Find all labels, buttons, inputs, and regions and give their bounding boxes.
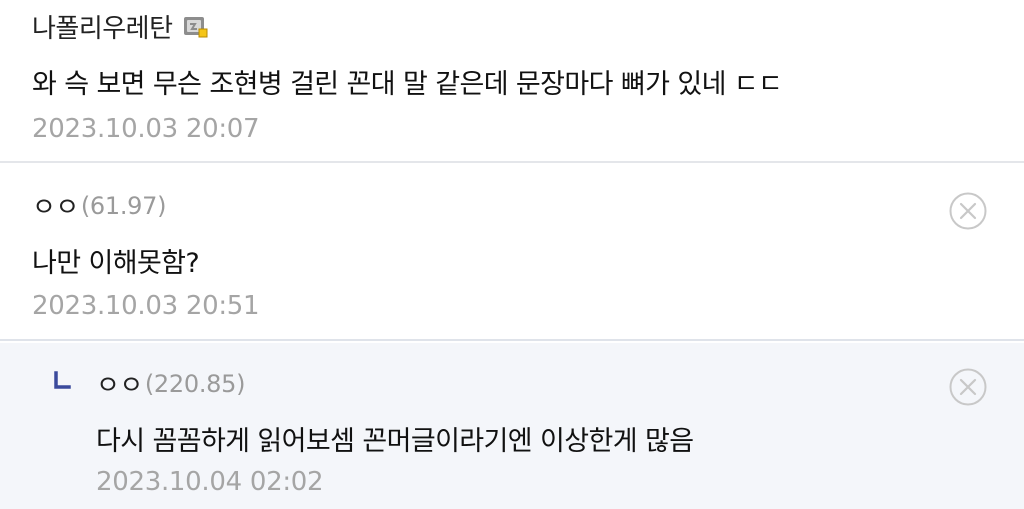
comment-date: 2023.10.03 20:07 — [32, 114, 260, 144]
comment-date: 2023.10.04 02:02 — [96, 467, 324, 497]
delete-circle-icon — [949, 192, 987, 230]
comment-text: 나만 이해못함? — [32, 248, 200, 279]
nickname[interactable]: ㅇㅇ — [96, 365, 143, 402]
comment-text: 다시 꼼꼼하게 읽어보셈 꼰머글이라기엔 이상한게 많음 — [96, 426, 694, 457]
delete-comment-button[interactable] — [948, 191, 988, 231]
ip-address: (61.97) — [80, 191, 167, 220]
comment-author: ㅇㅇ (220.85) — [96, 365, 245, 402]
comment-item: ㅇㅇ (61.97) 나만 이해못함? 2023.10.03 20:51 — [0, 165, 1024, 341]
delete-circle-icon — [949, 368, 987, 406]
reply-arrow-icon — [54, 371, 71, 389]
ip-address: (220.85) — [144, 369, 246, 398]
comment-text: 와 슥 보면 무슨 조현병 걸린 꼰대 말 같은데 문장마다 뼈가 있네 ㄷㄷ — [32, 69, 783, 100]
comment-author: ㅇㅇ (61.97) — [32, 187, 166, 224]
fixed-nick-icon — [183, 15, 209, 39]
nickname[interactable]: ㅇㅇ — [32, 187, 79, 224]
comment-author: 나폴리우레탄 — [32, 8, 209, 45]
delete-comment-button[interactable] — [948, 367, 988, 407]
reply-item: ㅇㅇ (220.85) 다시 꼼꼼하게 읽어보셈 꼰머글이라기엔 이상한게 많음… — [0, 343, 1024, 509]
nickname[interactable]: 나폴리우레탄 — [32, 8, 173, 45]
comment-item: 나폴리우레탄 와 슥 보면 무슨 조현병 걸린 꼰대 말 같은데 문장마다 뼈가… — [0, 0, 1024, 163]
comment-date: 2023.10.03 20:51 — [32, 291, 260, 321]
